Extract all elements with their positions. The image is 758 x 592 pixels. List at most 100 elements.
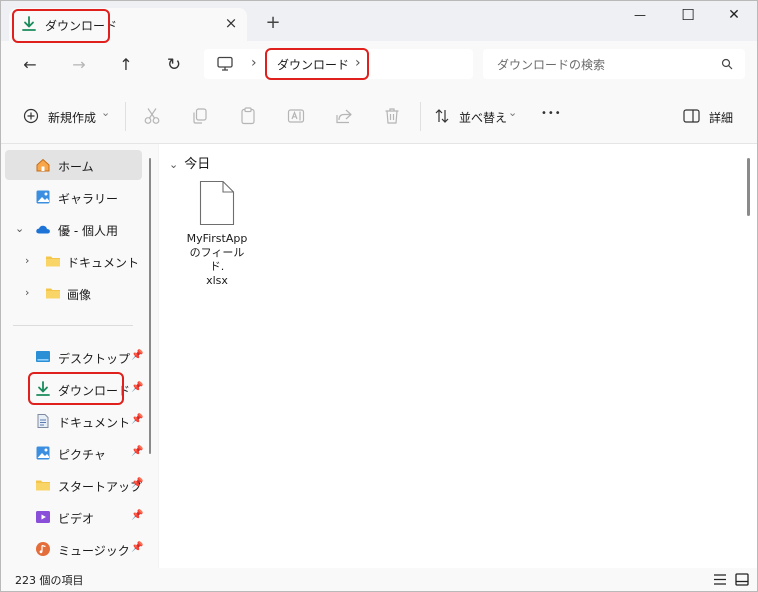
sort-icon	[435, 109, 449, 123]
title-bar: ダウンロード × + — ☐ ✕	[1, 1, 757, 41]
rename-icon[interactable]	[286, 106, 306, 126]
expand-chevron-icon[interactable]: ›	[25, 286, 29, 299]
tiles-view-icon[interactable]	[735, 573, 749, 586]
divider	[125, 102, 126, 131]
sidebar-item-startup[interactable]: スタートアップ 📌	[5, 470, 144, 500]
document-icon	[37, 414, 49, 428]
sidebar-item-music[interactable]: ミュージック 📌	[5, 534, 144, 564]
pin-icon: 📌	[131, 510, 144, 521]
sidebar-item-label: 画像	[67, 288, 92, 302]
highlight-box	[265, 48, 369, 80]
more-options-button[interactable]: •••	[541, 108, 562, 119]
file-name: MyFirstApp のフィールド. xlsx	[183, 232, 251, 288]
file-list-pane: ⌄ 今日 MyFirstApp のフィールド. xlsx	[159, 144, 757, 568]
sidebar-item-label: ミュージック	[58, 544, 130, 558]
computer-icon	[217, 56, 233, 71]
folder-icon	[36, 480, 50, 491]
sidebar-item-label: デスクトップ	[58, 352, 131, 366]
share-icon[interactable]	[334, 106, 354, 126]
search-input[interactable]: ダウンロードの検索	[483, 49, 745, 79]
sidebar-item-my-documents[interactable]: ドキュメント 📌	[5, 406, 144, 436]
minimize-button[interactable]: —	[623, 8, 657, 28]
divider	[13, 325, 133, 326]
navigation-pane: ホーム ギャラリー ⌄ 優 - 個人用 › ドキュメント › 画像 デスクトップ…	[1, 144, 158, 568]
music-icon	[36, 542, 50, 556]
sidebar-item-gallery[interactable]: ギャラリー	[5, 182, 142, 212]
sort-button[interactable]: 並べ替え ⌄	[429, 100, 521, 132]
file-name-line: のフィールド.	[189, 246, 245, 273]
highlight-box	[12, 9, 110, 43]
pin-icon: 📌	[131, 478, 144, 489]
sidebar-item-videos[interactable]: ビデオ 📌	[5, 502, 144, 532]
divider	[420, 102, 421, 131]
sidebar-item-home[interactable]: ホーム	[5, 150, 142, 180]
close-window-button[interactable]: ✕	[717, 7, 751, 27]
pin-icon: 📌	[131, 414, 144, 425]
pin-icon: 📌	[131, 350, 144, 361]
search-icon	[721, 58, 733, 70]
delete-icon[interactable]	[382, 106, 402, 126]
gallery-icon	[36, 190, 50, 204]
video-icon	[36, 511, 50, 523]
back-button[interactable]: ←	[18, 53, 42, 77]
pictures-icon	[36, 446, 50, 460]
maximize-button[interactable]: ☐	[671, 6, 705, 26]
item-count: 223 個の項目	[15, 574, 84, 587]
pin-icon: 📌	[131, 446, 144, 457]
file-item[interactable]: MyFirstApp のフィールド. xlsx	[183, 180, 251, 287]
folder-icon	[46, 256, 60, 267]
sidebar-item-label: ホーム	[58, 160, 94, 174]
sidebar-item-label: スタートアップ	[58, 480, 143, 494]
command-bar: 新規作成 ⌄ 並べ替え ⌄ ••• 詳細	[1, 90, 757, 144]
close-tab-icon[interactable]: ×	[223, 15, 239, 31]
sidebar-item-images[interactable]: › 画像	[5, 278, 142, 308]
sidebar-item-label: ドキュメント	[67, 256, 140, 270]
pin-icon: 📌	[131, 382, 144, 393]
details-button[interactable]: 詳細	[677, 100, 737, 132]
details-label: 詳細	[709, 111, 734, 125]
new-tab-button[interactable]: +	[263, 13, 283, 33]
paste-icon[interactable]	[238, 106, 258, 126]
breadcrumb-separator: ›	[251, 55, 257, 71]
highlight-box	[28, 372, 124, 405]
sidebar-item-desktop[interactable]: デスクトップ 📌	[5, 342, 144, 372]
group-chevron-icon: ⌄	[169, 158, 179, 171]
sort-label: 並べ替え	[459, 111, 508, 125]
up-button[interactable]: ↑	[114, 53, 138, 77]
cut-icon[interactable]	[142, 106, 162, 126]
chevron-down-icon: ⌄	[508, 106, 518, 119]
file-icon	[199, 180, 235, 226]
sidebar-item-onedrive[interactable]: ⌄ 優 - 個人用	[5, 214, 142, 244]
add-icon	[23, 108, 39, 124]
sidebar-item-label: ビデオ	[58, 512, 95, 526]
sidebar-item-label: ピクチャ	[58, 448, 106, 462]
sidebar-scrollbar[interactable]	[149, 158, 151, 454]
desktop-icon	[36, 351, 50, 362]
forward-button[interactable]: →	[67, 53, 91, 77]
refresh-button[interactable]: ↻	[162, 53, 186, 77]
copy-icon[interactable]	[190, 106, 210, 126]
details-view-icon[interactable]	[713, 573, 727, 586]
content-scrollbar[interactable]	[747, 158, 750, 216]
collapse-chevron-icon[interactable]: ⌄	[15, 222, 24, 235]
new-button[interactable]: 新規作成 ⌄	[15, 100, 113, 132]
file-name-line: MyFirstApp	[186, 232, 248, 245]
home-icon	[36, 158, 50, 172]
sidebar-item-label: ドキュメント	[58, 416, 131, 430]
sidebar-item-label: ギャラリー	[58, 192, 119, 206]
new-label: 新規作成	[48, 111, 97, 125]
sidebar-item-pictures[interactable]: ピクチャ 📌	[5, 438, 144, 468]
sidebar-item-label: 優 - 個人用	[58, 224, 118, 238]
group-header-today[interactable]: ⌄ 今日	[169, 153, 210, 172]
search-placeholder: ダウンロードの検索	[497, 58, 606, 72]
sidebar-item-documents[interactable]: › ドキュメント	[5, 246, 142, 276]
status-bar: 223 個の項目	[1, 568, 757, 591]
details-pane-icon	[683, 109, 700, 123]
navigation-row: ← → ↑ ↻ › › ダウンロード ダウンロードの検索	[1, 41, 757, 90]
file-name-line: xlsx	[206, 274, 228, 287]
pin-icon: 📌	[131, 542, 144, 553]
onedrive-icon	[36, 225, 50, 234]
folder-icon	[46, 288, 60, 299]
group-header-label: 今日	[184, 157, 211, 172]
expand-chevron-icon[interactable]: ›	[25, 254, 29, 267]
